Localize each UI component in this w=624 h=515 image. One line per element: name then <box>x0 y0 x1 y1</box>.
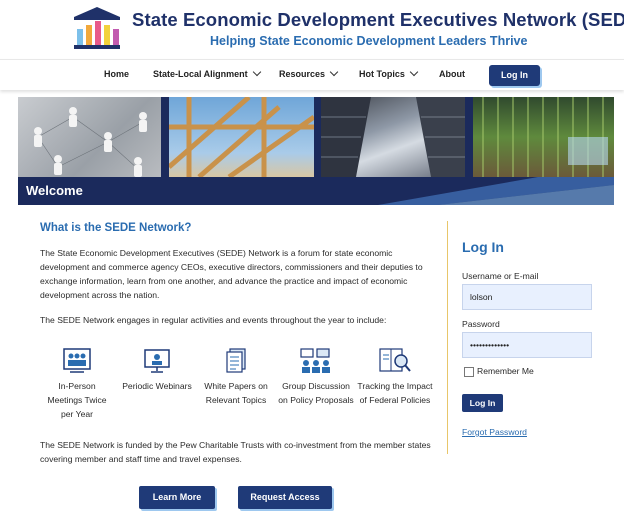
crop-field-icon <box>482 97 608 177</box>
nav-item-label: About <box>439 69 465 79</box>
banner-photo-buildings <box>321 97 465 177</box>
request-access-button[interactable]: Request Access <box>238 486 332 509</box>
meeting-icon <box>63 348 91 373</box>
nav-item-hot-topics[interactable]: Hot Topics <box>359 67 419 79</box>
login-submit-button[interactable]: Log In <box>462 394 503 412</box>
network-people-icon <box>34 107 147 177</box>
activity-webinars: Periodic Webinars <box>118 347 196 393</box>
nav-item-label: State-Local Alignment <box>153 69 248 79</box>
funding-paragraph: The SEDE Network is funded by the Pew Ch… <box>40 440 431 464</box>
learn-more-button[interactable]: Learn More <box>139 486 215 509</box>
remember-me-label: Remember Me <box>477 366 534 376</box>
activity-label: White Papers on Relevant Topics <box>204 381 268 405</box>
nav-item-label: Hot Topics <box>359 69 405 79</box>
sidebar-divider <box>447 221 448 454</box>
banner-photo-framing <box>167 97 316 180</box>
document-icon <box>226 348 246 373</box>
login-heading: Log In <box>462 239 504 255</box>
forgot-password-link[interactable]: Forgot Password <box>462 427 527 437</box>
activity-group-discussion: Group Discussion on Policy Proposals <box>278 347 354 407</box>
skyscrapers-icon <box>321 97 465 177</box>
username-label: Username or E-mail <box>462 271 539 281</box>
intro-paragraph: The State Economic Development Executive… <box>40 248 423 300</box>
nav-item-resources[interactable]: Resources <box>279 67 339 79</box>
activity-white-papers: White Papers on Relevant Topics <box>200 347 272 407</box>
tracking-icon <box>379 348 411 372</box>
activity-label: Tracking the Impact of Federal Policies <box>357 381 433 405</box>
banner-wave-icon <box>378 177 614 205</box>
remember-me-checkbox[interactable] <box>464 367 474 377</box>
nav-item-label: Home <box>104 69 130 79</box>
activity-label: In-Person Meetings Twice per Year <box>47 381 107 419</box>
site-title: State Economic Development Executives Ne… <box>132 9 624 30</box>
nav-item-home[interactable]: Home <box>104 69 129 79</box>
banner-photo-network <box>18 97 161 177</box>
activity-tracking-federal-policies: Tracking the Impact of Federal Policies <box>356 347 434 407</box>
nav-item-label: Resources <box>279 69 326 79</box>
about-section: What is the SEDE Network? <box>40 222 435 234</box>
site-header: State Economic Development Executives Ne… <box>0 0 624 58</box>
username-field[interactable]: lolson <box>462 284 592 310</box>
banner-photo-farm <box>473 97 614 177</box>
welcome-bar: Welcome <box>18 177 614 205</box>
activity-in-person-meetings: In-Person Meetings Twice per Year <box>44 347 110 421</box>
wood-framing-icon <box>167 97 316 180</box>
activity-label: Group Discussion on Policy Proposals <box>278 381 354 405</box>
password-label: Password <box>462 319 500 329</box>
nav-item-state-local-alignment[interactable]: State-Local Alignment <box>153 67 261 79</box>
activity-label: Periodic Webinars <box>122 381 192 391</box>
chevron-down-icon <box>252 67 261 77</box>
nav-login-button[interactable]: Log In <box>489 65 540 86</box>
sede-logo-icon[interactable] <box>70 5 124 51</box>
main-nav: Home State-Local Alignment Resources Hot… <box>0 59 624 90</box>
nav-item-about[interactable]: About <box>439 69 465 79</box>
welcome-banner: Welcome <box>18 97 614 205</box>
welcome-heading: Welcome <box>26 183 83 198</box>
chevron-down-icon <box>329 67 339 77</box>
group-discussion-icon <box>300 348 330 373</box>
engages-paragraph: The SEDE Network engages in regular acti… <box>40 315 387 325</box>
chevron-down-icon <box>409 67 419 77</box>
webinar-icon <box>144 349 170 373</box>
password-field[interactable]: ••••••••••••• <box>462 332 592 358</box>
section-heading: What is the SEDE Network? <box>40 222 192 234</box>
site-tagline: Helping State Economic Development Leade… <box>210 34 528 48</box>
